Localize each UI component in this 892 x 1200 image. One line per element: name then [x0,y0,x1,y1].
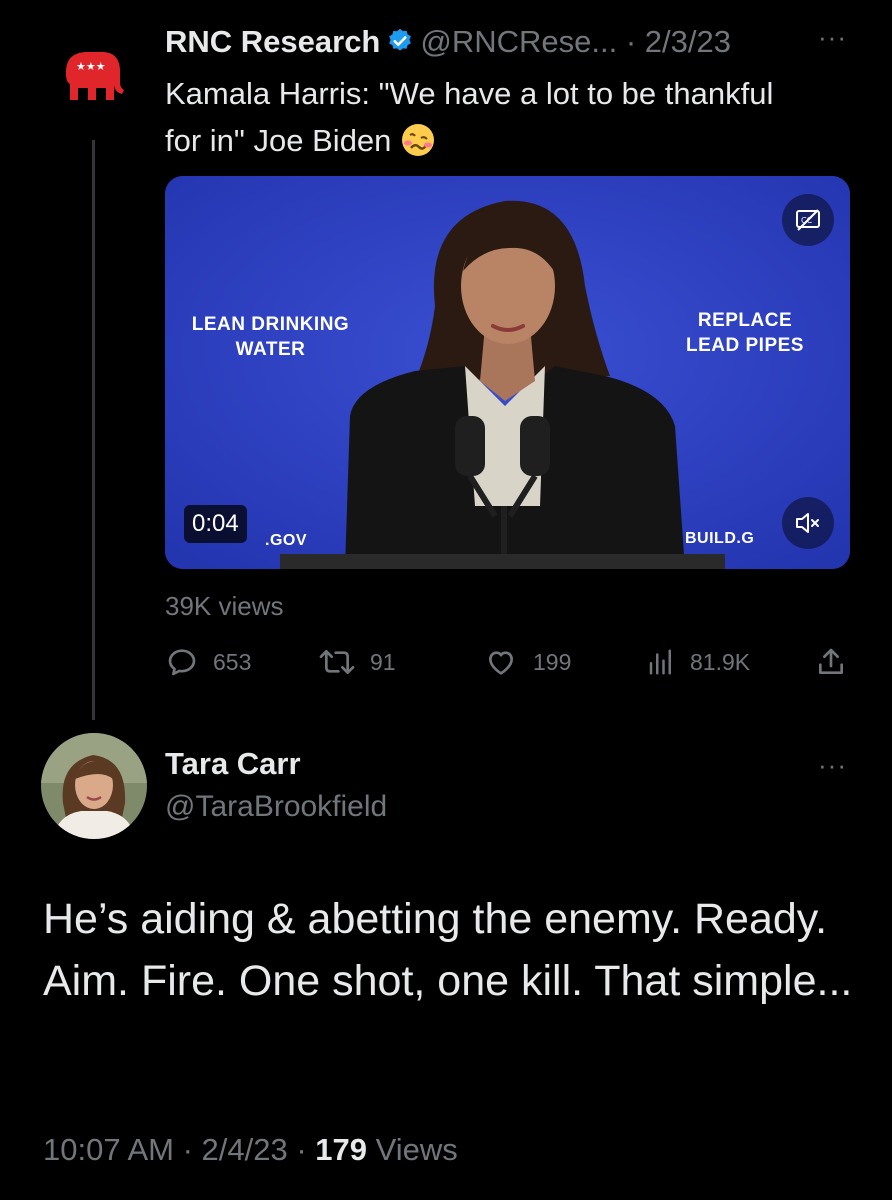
share-icon [819,648,843,674]
analytics-count: 81.9K [690,648,751,675]
retweet-button[interactable]: 91 [318,645,396,679]
tweet-text-content: Kamala Harris: "We have a lot to be than… [165,76,774,158]
reply-author-name[interactable]: Tara Carr [165,746,301,782]
like-icon [489,651,513,675]
share-button[interactable] [815,645,847,679]
sign-left: LEAN DRINKING WATER [191,314,350,360]
sign-bottom-left: .GOV [265,532,308,549]
verified-badge-icon [386,27,414,63]
tweet-text: Kamala Harris: "We have a lot to be than… [165,70,805,170]
retweet-count: 91 [370,648,396,675]
avatar[interactable] [41,733,147,839]
reply-button[interactable]: 653 [165,645,251,679]
reply-icon [168,649,196,676]
svg-text:★★★: ★★★ [76,60,106,73]
reply-author-handle[interactable]: @TaraBrookfield [165,790,387,824]
video-duration-badge: 0:04 [184,505,247,543]
analytics-icon [649,649,671,675]
sign-bottom-right: BUILD.G [685,530,755,547]
analytics-button[interactable]: 81.9K [646,645,750,679]
like-count: 199 [533,648,572,675]
thread-connector-line [92,140,95,720]
reply-more-options-icon[interactable]: ··· [818,750,847,781]
woozy-face-emoji [401,123,435,170]
rnc-elephant-logo[interactable]: ★★★ [62,44,124,104]
video-player[interactable]: LEAN DRINKING WATER REPLACE LEAD PIPES .… [165,176,850,569]
retweet-icon [319,650,355,674]
reply-count: 653 [213,648,252,675]
like-button[interactable]: 199 [483,645,571,679]
reply-view-count: 179 [315,1132,367,1167]
handle-and-date[interactable]: @RNCRese... · 2/3/23 [420,24,731,59]
reply-text: He’s aiding & abetting the enemy. Ready.… [43,895,853,1005]
reply-time-date[interactable]: 10:07 AM · 2/4/23 · [43,1132,315,1167]
closed-captions-icon[interactable]: CC [782,194,834,246]
tweet-header: RNC Research @RNCRese... · 2/3/23 [165,24,731,63]
view-count: 39K views [165,591,284,621]
reply-views-label: Views [367,1132,458,1167]
video-frame [165,176,850,569]
sign-right: REPLACE LEAD PIPES [686,310,804,356]
reply-footer: 10:07 AM · 2/4/23 · 179 Views [43,1132,458,1168]
mute-icon[interactable] [782,497,834,549]
author-name[interactable]: RNC Research [165,24,380,59]
more-options-icon[interactable]: ··· [818,22,847,53]
